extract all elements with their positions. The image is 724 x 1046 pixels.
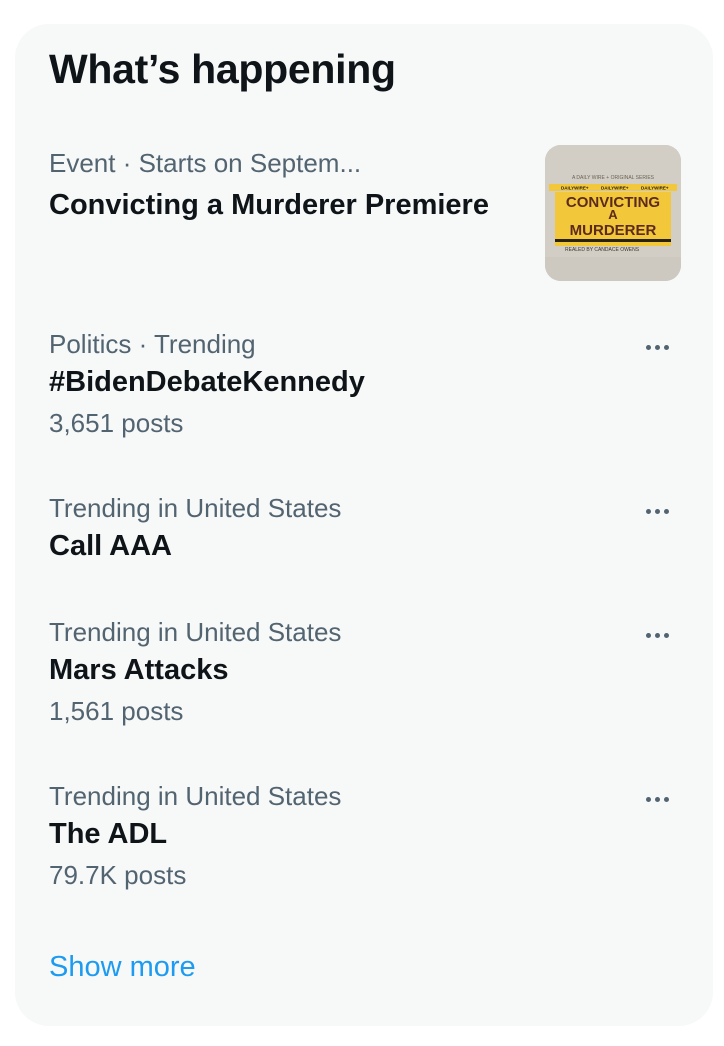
more-icon xyxy=(645,344,669,350)
trend-name: Call AAA xyxy=(49,530,172,562)
trend-post-count: 1,561 posts xyxy=(49,696,184,726)
trend-name: #BidenDebateKennedy xyxy=(49,366,365,398)
event-poster-image: A DAILY WIRE + ORIGINAL SERIES DAILYWIRE… xyxy=(545,145,681,281)
trend-item[interactable]: Politics · Trending #BidenDebateKennedy … xyxy=(49,326,683,442)
trend-meta: Trending in United States xyxy=(49,781,342,811)
poster-title-line3: MURDERER xyxy=(570,222,657,239)
more-icon xyxy=(645,796,669,802)
trend-item[interactable]: Trending in United States Call AAA xyxy=(49,490,683,566)
poster-series-line: A DAILY WIRE + ORIGINAL SERIES xyxy=(572,175,655,181)
card-title: What’s happening xyxy=(49,46,396,92)
poster-title-line2: A xyxy=(608,207,618,222)
more-icon xyxy=(645,632,669,638)
whats-happening-card: What’s happening Event · Starts on Septe… xyxy=(15,24,713,1026)
svg-text:DAILYWIRE+: DAILYWIRE+ xyxy=(561,186,589,191)
trend-meta: Trending in United States xyxy=(49,617,342,647)
trend-item[interactable]: Trending in United States The ADL 79.7K … xyxy=(49,778,683,894)
event-meta: Event · Starts on Septem... xyxy=(49,148,362,178)
more-options-button[interactable] xyxy=(637,496,677,526)
event-item[interactable]: Event · Starts on Septem... Convicting a… xyxy=(49,145,523,225)
svg-text:DAILYWIRE+: DAILYWIRE+ xyxy=(601,186,629,191)
more-options-button[interactable] xyxy=(637,620,677,650)
trend-name: The ADL xyxy=(49,818,168,850)
event-name: Convicting a Murderer Premiere xyxy=(49,189,489,221)
trend-post-count: 3,651 posts xyxy=(49,408,184,438)
show-more-link[interactable]: Show more xyxy=(49,951,196,984)
more-options-button[interactable] xyxy=(637,784,677,814)
trend-meta: Politics · Trending xyxy=(49,329,256,359)
more-options-button[interactable] xyxy=(637,332,677,362)
trend-meta: Trending in United States xyxy=(49,493,342,523)
trend-item[interactable]: Trending in United States Mars Attacks 1… xyxy=(49,614,683,730)
more-icon xyxy=(645,508,669,514)
svg-text:DAILYWIRE+: DAILYWIRE+ xyxy=(641,186,669,191)
event-thumbnail[interactable]: A DAILY WIRE + ORIGINAL SERIES DAILYWIRE… xyxy=(545,145,681,281)
trend-name: Mars Attacks xyxy=(49,654,229,686)
poster-tape-top: DAILYWIRE+ DAILYWIRE+ DAILYWIRE+ xyxy=(549,184,677,191)
poster-byline: REALED BY CANDACE OWENS xyxy=(565,247,640,253)
trend-post-count: 79.7K posts xyxy=(49,860,187,890)
